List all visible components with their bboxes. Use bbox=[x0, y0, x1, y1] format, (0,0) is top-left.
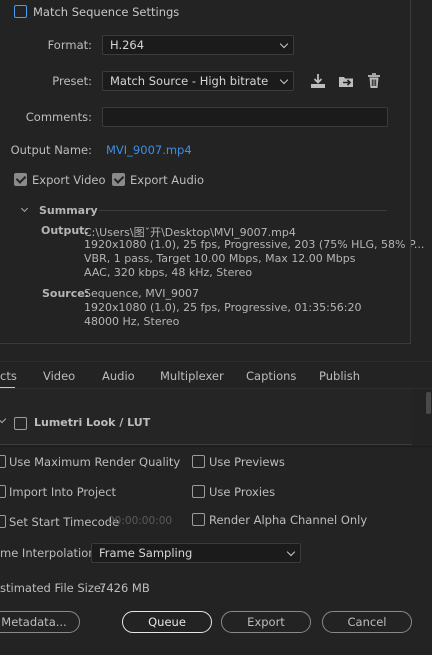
chevron-down-icon bbox=[20, 204, 29, 213]
summary-divider bbox=[99, 210, 387, 211]
tab-multiplexer[interactable]: Multiplexer bbox=[160, 369, 224, 383]
save-preset-icon[interactable] bbox=[309, 72, 327, 90]
use-proxies-checkbox[interactable] bbox=[192, 485, 205, 498]
settings-panel-border bbox=[410, 0, 411, 344]
export-video-label: Export Video bbox=[32, 173, 106, 187]
settings-panel-bottom bbox=[0, 343, 411, 344]
lumetri-label: Lumetri Look / LUT bbox=[34, 416, 151, 429]
use-previews-label: Use Previews bbox=[209, 455, 285, 469]
interpolation-value: Frame Sampling bbox=[99, 546, 193, 560]
render-alpha-label: Render Alpha Channel Only bbox=[209, 513, 368, 527]
tabs-divider-top bbox=[0, 361, 432, 362]
chevron-down-icon bbox=[286, 547, 296, 557]
summary-output-key: Output: bbox=[41, 224, 89, 237]
delete-preset-icon[interactable] bbox=[365, 72, 383, 90]
max-render-quality-checkbox[interactable] bbox=[0, 455, 6, 468]
export-video-checkbox[interactable] bbox=[14, 173, 27, 186]
set-start-timecode-checkbox[interactable] bbox=[0, 515, 6, 528]
lumetri-checkbox[interactable] bbox=[14, 417, 27, 430]
chevron-down-icon bbox=[279, 39, 289, 49]
format-value: H.264 bbox=[110, 38, 145, 52]
file-size-value: 7426 MB bbox=[99, 581, 150, 595]
summary-toggle[interactable]: Summary bbox=[20, 204, 100, 218]
export-audio-label: Export Audio bbox=[130, 173, 204, 187]
summary-output-line: VBR, 1 pass, Target 10.00 Mbps, Max 12.0… bbox=[84, 252, 356, 265]
effects-divider bbox=[0, 444, 412, 445]
export-audio-checkbox[interactable] bbox=[112, 173, 125, 186]
preset-select[interactable]: Match Source - High bitrate bbox=[102, 71, 294, 91]
match-sequence-label: Match Sequence Settings bbox=[33, 5, 180, 19]
render-alpha-checkbox[interactable] bbox=[192, 513, 205, 526]
tab-audio[interactable]: Audio bbox=[102, 369, 135, 383]
format-label: Format: bbox=[47, 38, 92, 52]
output-name-link[interactable]: MVI_9007.mp4 bbox=[106, 143, 192, 157]
output-name-label: Output Name: bbox=[10, 143, 92, 157]
summary-source-key: Source: bbox=[42, 287, 90, 300]
import-preset-icon[interactable] bbox=[337, 72, 355, 90]
summary-source-line: 1920x1080 (1.0), 25 fps, Progressive, 01… bbox=[84, 301, 362, 314]
summary-title: Summary bbox=[39, 204, 98, 217]
metadata-button[interactable]: Metadata... bbox=[0, 611, 80, 633]
comments-label: Comments: bbox=[25, 110, 92, 124]
file-size-label: stimated File Size: bbox=[0, 581, 105, 595]
format-select[interactable]: H.264 bbox=[102, 35, 294, 55]
tab-captions[interactable]: Captions bbox=[246, 369, 296, 383]
comments-field[interactable] bbox=[102, 107, 388, 127]
export-button[interactable]: Export bbox=[221, 611, 311, 633]
cancel-button[interactable]: Cancel bbox=[322, 611, 412, 633]
start-timecode-field[interactable]: 00:00:00:00 bbox=[108, 515, 172, 527]
max-render-quality-label: Use Maximum Render Quality bbox=[9, 455, 181, 469]
queue-button[interactable]: Queue bbox=[122, 611, 212, 633]
summary-output-line: 1920x1080 (1.0), 25 fps, Progressive, 20… bbox=[84, 238, 425, 251]
tab-video[interactable]: Video bbox=[43, 369, 75, 383]
interpolation-label: me Interpolation: bbox=[0, 546, 100, 560]
use-previews-checkbox[interactable] bbox=[192, 455, 205, 468]
import-into-project-checkbox[interactable] bbox=[0, 485, 6, 498]
set-start-timecode-label: Set Start Timecode bbox=[9, 515, 120, 529]
interpolation-select[interactable]: Frame Sampling bbox=[91, 543, 301, 563]
preset-label: Preset: bbox=[52, 74, 92, 88]
chevron-down-icon bbox=[279, 75, 289, 85]
tab-publish[interactable]: Publish bbox=[319, 369, 360, 383]
match-sequence-checkbox[interactable] bbox=[14, 5, 27, 18]
summary-source-line: Sequence, MVI_9007 bbox=[84, 287, 200, 300]
tab-effects[interactable]: cts bbox=[0, 369, 17, 383]
bottom-section-top bbox=[0, 446, 432, 447]
import-into-project-label: Import Into Project bbox=[9, 485, 117, 499]
summary-output-line: AAC, 320 kbps, 48 kHz, Stereo bbox=[84, 266, 253, 279]
scrollbar-thumb[interactable] bbox=[426, 392, 431, 414]
summary-source-line: 48000 Hz, Stereo bbox=[84, 315, 180, 328]
preset-value: Match Source - High bitrate bbox=[110, 74, 269, 88]
use-proxies-label: Use Proxies bbox=[209, 485, 276, 499]
